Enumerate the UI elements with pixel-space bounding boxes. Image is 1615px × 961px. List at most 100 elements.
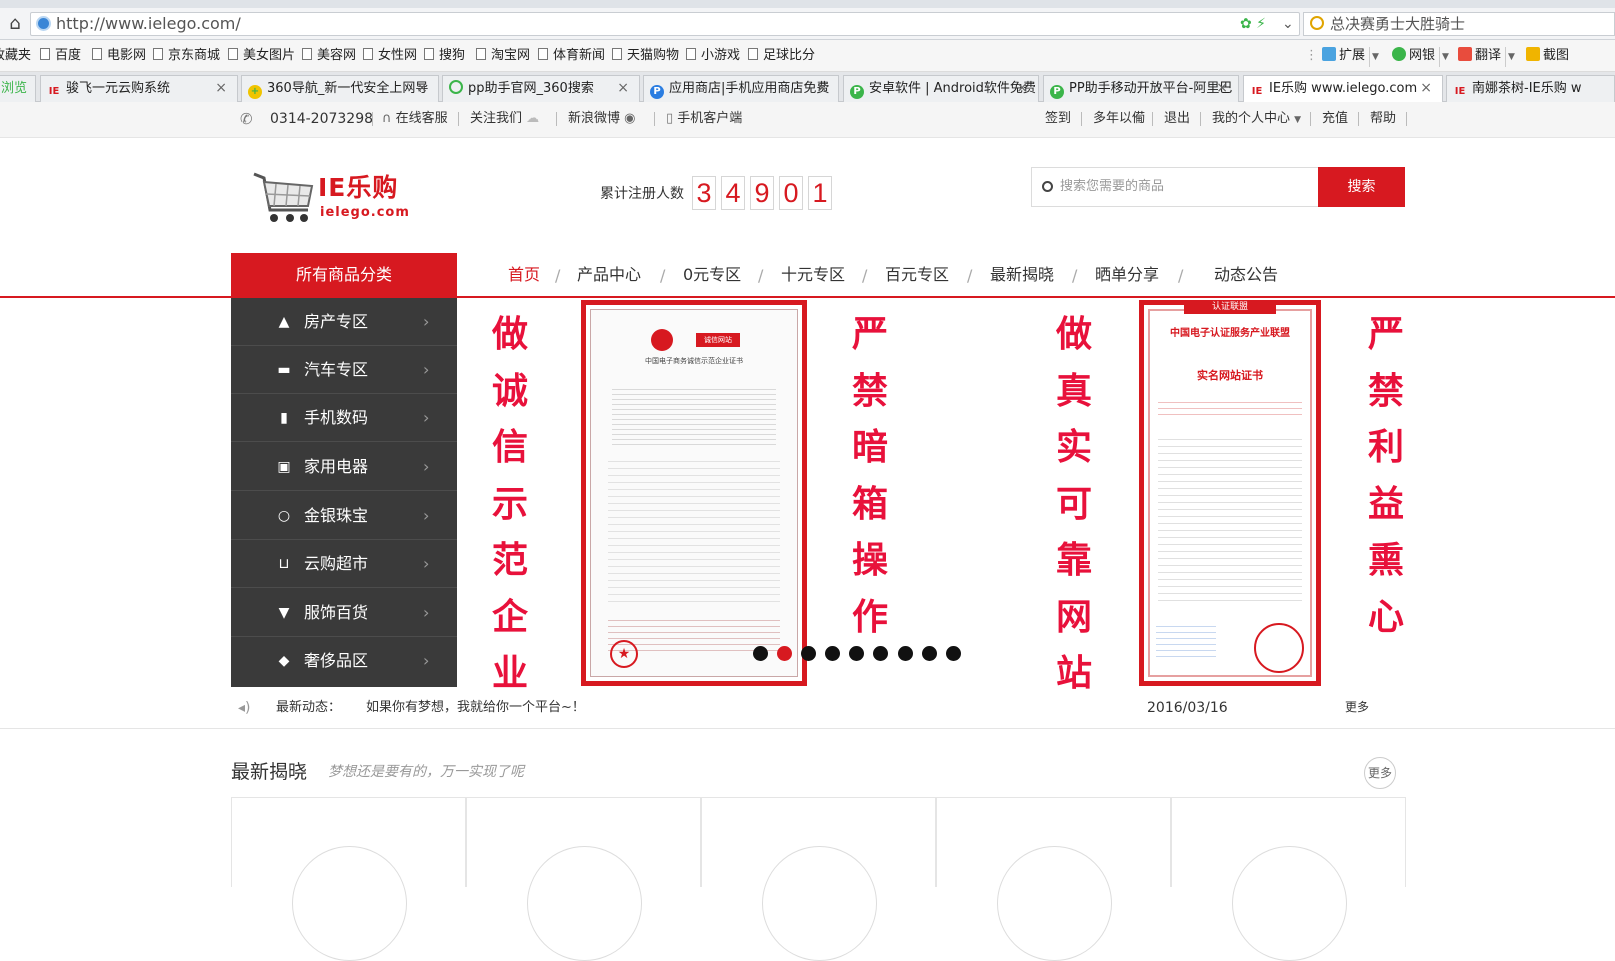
phone-icon: ▮ [280, 410, 288, 426]
translate-button[interactable]: 翻译 ▼ [1458, 46, 1517, 67]
carousel-dot[interactable] [825, 646, 840, 661]
close-icon[interactable]: × [215, 76, 227, 101]
url-text[interactable]: http://www.ielego.com/ [56, 14, 241, 34]
cert-badge: 诚信网站 [696, 333, 740, 347]
toolbar-grip: ⋮ [1305, 48, 1318, 63]
page-icon [302, 48, 312, 60]
product-card[interactable] [466, 797, 701, 961]
browser-tab[interactable]: pp助手官网_360搜索 × [442, 75, 640, 102]
browser-tab[interactable]: IE 骏飞一元云购系统 × [40, 75, 238, 102]
bookmark-item[interactable]: 搜狗 [424, 46, 465, 66]
sidebar-item-jewelry[interactable]: ○ 金银珠宝 › [231, 492, 457, 540]
banner-slogan-3: 做真实可靠网站 [1055, 313, 1092, 694]
nav-ten-yuan[interactable]: 十元专区 [781, 264, 845, 286]
extensions-button[interactable]: 扩展 ▼ [1322, 46, 1381, 67]
news-headline[interactable]: 如果你有梦想，我就给你一个平台~！ [366, 699, 585, 717]
close-icon[interactable]: × [816, 76, 828, 101]
carousel-dot[interactable] [801, 646, 816, 661]
sidebar-item-luxury[interactable]: ◆ 奢侈品区 › [231, 637, 457, 685]
search-placeholder[interactable]: 搜索您需要的商品 [1060, 178, 1164, 196]
home-icon[interactable]: ⌂ [4, 13, 26, 35]
divider [1081, 112, 1082, 126]
product-card[interactable] [701, 797, 936, 961]
carousel-dot[interactable] [922, 646, 937, 661]
bank-button[interactable]: 网银 ▼ [1392, 46, 1451, 67]
signin-link[interactable]: 签到 [1045, 110, 1071, 128]
nav-share[interactable]: 晒单分享 [1095, 264, 1159, 286]
my-center-link[interactable]: 我的个人中心 ▼ [1212, 110, 1301, 129]
bookmark-item[interactable]: 天猫购物 [612, 46, 679, 66]
browser-search-text[interactable]: 总决赛勇士大胜骑士 [1330, 14, 1465, 34]
speed-mode-icon[interactable]: ✿ ⚡ [1240, 14, 1266, 34]
chevron-right-icon: › [423, 554, 430, 573]
follow-us-link[interactable]: 关注我们 ☁ [470, 110, 539, 128]
bookmark-item[interactable]: 足球比分 [748, 46, 815, 66]
nav-products[interactable]: 产品中心 [577, 264, 641, 286]
all-categories-button[interactable]: 所有商品分类 [231, 253, 457, 297]
carousel-dot[interactable] [849, 646, 864, 661]
sidebar-item-realestate[interactable]: ▲ 房产专区 › [231, 298, 457, 346]
browser-tab-active[interactable]: IE IE乐购 www.ielego.com × [1243, 75, 1443, 103]
close-icon[interactable]: × [1216, 76, 1228, 101]
product-card[interactable] [1171, 797, 1406, 961]
close-icon[interactable]: × [1016, 76, 1028, 101]
username-link[interactable]: 多年以僃 [1093, 110, 1145, 128]
section-subtitle: 梦想还是要有的，万一实现了呢 [328, 764, 524, 780]
online-service-link[interactable]: ∩ 在线客服 [382, 110, 448, 128]
nav-zero-yuan[interactable]: 0元专区 [683, 264, 741, 286]
carousel-dot[interactable] [898, 646, 913, 661]
cert-title: 中国电子商务诚信示范企业证书 [645, 357, 743, 365]
close-icon[interactable]: × [1420, 76, 1432, 101]
bookmark-item[interactable]: 体育新闻 [538, 46, 605, 66]
sidebar-item-appliances[interactable]: ▣ 家用电器 › [231, 443, 457, 491]
bookmark-item[interactable]: 收藏夹 [0, 46, 31, 66]
news-more-link[interactable]: 更多 [1345, 699, 1369, 715]
logout-link[interactable]: 退出 [1164, 110, 1190, 128]
section-more-button[interactable]: 更多 [1364, 757, 1396, 789]
close-icon[interactable]: × [617, 76, 629, 101]
ring-icon: ○ [277, 508, 291, 524]
logo-main-text: IE乐购 [318, 173, 399, 202]
help-link[interactable]: 帮助 [1370, 110, 1396, 128]
sidebar-item-digital[interactable]: ▮ 手机数码 › [231, 394, 457, 442]
browser-tab[interactable]: P PP助手移动开放平台-阿里巴 × [1043, 75, 1239, 102]
bookmark-item[interactable]: 美女图片 [228, 46, 295, 66]
carousel-dot-active[interactable] [777, 646, 792, 661]
bookmark-item[interactable]: 京东商城 [153, 46, 220, 66]
screenshot-button[interactable]: 截图 [1526, 46, 1569, 66]
carousel-dot[interactable] [946, 646, 961, 661]
browser-tab[interactable]: 浏览 [0, 75, 36, 102]
divider [1358, 112, 1359, 126]
nav-hundred-yuan[interactable]: 百元专区 [885, 264, 949, 286]
browser-tab[interactable]: P 安卓软件 | Android软件免费 × [843, 75, 1039, 102]
carousel-dot[interactable] [753, 646, 768, 661]
nav-home[interactable]: 首页 [508, 264, 540, 286]
bookmark-item[interactable]: 百度 [40, 46, 81, 66]
bookmark-item[interactable]: 电影网 [92, 46, 146, 66]
browser-tab[interactable]: P 应用商店|手机应用商店免费 × [643, 75, 839, 102]
chevron-down-icon[interactable]: ⌄ [1282, 14, 1294, 34]
sidebar-item-cars[interactable]: ▬ 汽车专区 › [231, 346, 457, 394]
nav-latest-revealed[interactable]: 最新揭晓 [990, 264, 1054, 286]
carousel-dot[interactable] [873, 646, 888, 661]
bookmark-item[interactable]: 淘宝网 [476, 46, 530, 66]
search-button[interactable]: 搜索 [1318, 167, 1405, 207]
product-card[interactable] [231, 797, 466, 961]
browser-tab[interactable]: IE 南娜茶树-IE乐购 w [1446, 75, 1615, 102]
news-date: 2016/03/16 [1147, 700, 1228, 716]
nav-announcements[interactable]: 动态公告 [1214, 264, 1278, 286]
bookmark-item[interactable]: 女性网 [363, 46, 417, 66]
site-logo[interactable]: IE乐购 ielego.com [250, 170, 415, 226]
product-card[interactable] [936, 797, 1171, 961]
close-icon[interactable]: × [416, 76, 428, 101]
sidebar-item-supermarket[interactable]: ⊔ 云购超市 › [231, 540, 457, 588]
bookmark-item[interactable]: 小游戏 [686, 46, 740, 66]
mobile-client-link[interactable]: ▯ 手机客户端 [666, 110, 742, 128]
counter-digit: 4 [721, 176, 745, 210]
mobile-icon: ▯ [666, 111, 678, 126]
bookmark-item[interactable]: 美容网 [302, 46, 356, 66]
sidebar-item-apparel[interactable]: ▼ 服饰百货 › [231, 589, 457, 637]
browser-tab[interactable]: +360导航_新一代安全上网导 × [241, 75, 439, 102]
weibo-link[interactable]: 新浪微博 ◉ [568, 110, 636, 128]
recharge-link[interactable]: 充值 [1322, 110, 1348, 128]
